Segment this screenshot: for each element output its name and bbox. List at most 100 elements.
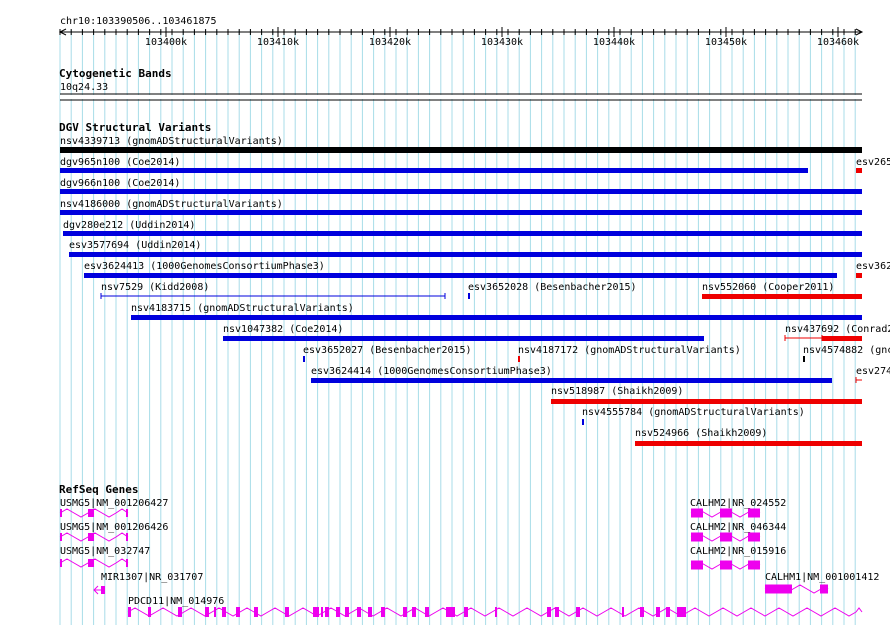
- gene-exon[interactable]: [236, 607, 240, 617]
- gene-exon[interactable]: [60, 533, 62, 541]
- feature-label: esv274: [856, 366, 890, 377]
- variant-bar[interactable]: [60, 168, 808, 173]
- gene-exon[interactable]: [357, 607, 361, 617]
- variant-bar[interactable]: [702, 294, 862, 299]
- gene-exon[interactable]: [464, 607, 468, 617]
- variant-bar[interactable]: [84, 273, 837, 278]
- variant-tick[interactable]: [303, 356, 305, 362]
- gene-exon[interactable]: [88, 559, 94, 567]
- gene-exon[interactable]: [765, 584, 792, 594]
- variant-bar[interactable]: [63, 231, 862, 236]
- gene-exon[interactable]: [495, 607, 497, 617]
- gene-exon[interactable]: [555, 607, 559, 617]
- coordinate-ruler: 103400k 103410k 103420k 103430k 103440k 10345…: [58, 27, 864, 48]
- gene-exon[interactable]: [321, 607, 323, 617]
- gene-exon[interactable]: [178, 607, 182, 617]
- variant-tick[interactable]: [582, 419, 584, 425]
- feature-label: esv3652027 (Besenbacher2015): [303, 345, 472, 356]
- variant-tick[interactable]: [803, 356, 805, 362]
- genome-browser-view: chr10:103390506..103461875 103400k 103410…: [58, 16, 890, 625]
- gene-exon[interactable]: [446, 607, 455, 617]
- gene-exon[interactable]: [576, 607, 580, 617]
- gene-exon[interactable]: [622, 607, 624, 617]
- gene-exon[interactable]: [656, 607, 660, 617]
- gene-exon[interactable]: [691, 508, 703, 518]
- variant-bar[interactable]: [311, 378, 832, 383]
- gene-exon[interactable]: [128, 607, 131, 617]
- ruler-tick-label: 103460k: [817, 37, 859, 48]
- feature-label: nsv437692 (Conrad2: [785, 324, 890, 335]
- gene-exon[interactable]: [126, 559, 128, 567]
- feature-label: nsv4187172 (gnomADStructuralVariants): [518, 345, 741, 356]
- gene-exon[interactable]: [126, 509, 128, 517]
- ruler-tick-label: 103440k: [593, 37, 635, 48]
- gene-exon[interactable]: [403, 607, 407, 617]
- gene-exon[interactable]: [88, 509, 94, 517]
- variant-bar[interactable]: [60, 189, 862, 194]
- feature-label: esv3652028 (Besenbacher2015): [468, 282, 637, 293]
- variant-bar[interactable]: [223, 336, 704, 341]
- gene-exon[interactable]: [126, 533, 128, 541]
- gene-exon[interactable]: [820, 584, 828, 594]
- feature-label: nsv518987 (Shaikh2009): [551, 386, 683, 397]
- variant-bar[interactable]: [60, 210, 862, 215]
- gene-exon[interactable]: [720, 508, 732, 518]
- gene-exon[interactable]: [748, 560, 760, 570]
- variant-bar[interactable]: [131, 315, 862, 320]
- variant-bar[interactable]: [822, 336, 862, 341]
- variant-bar[interactable]: [635, 441, 862, 446]
- variant-bar[interactable]: [856, 168, 862, 173]
- variant-tick[interactable]: [518, 356, 520, 362]
- gene-exon[interactable]: [222, 607, 226, 617]
- ruler-tick-label: 103430k: [481, 37, 523, 48]
- gene-exon[interactable]: [547, 607, 551, 617]
- gene-exon[interactable]: [691, 532, 703, 542]
- feature-label: nsv4555784 (gnomADStructuralVariants): [582, 407, 805, 418]
- feature-label: nsv552060 (Cooper2011): [702, 282, 834, 293]
- cytoband[interactable]: [60, 95, 862, 99]
- variant-bar[interactable]: [856, 273, 862, 278]
- gene-exon[interactable]: [677, 607, 686, 617]
- feature-label: CALHM2|NR_046344: [690, 522, 786, 533]
- feature-label: nsv4183715 (gnomADStructuralVariants): [131, 303, 354, 314]
- gene-exon[interactable]: [640, 607, 644, 617]
- variant-bar[interactable]: [551, 399, 862, 404]
- track-title-dgv-structural-variants: DGV Structural Variants: [59, 121, 211, 134]
- gene-exon[interactable]: [60, 509, 62, 517]
- gene-exon[interactable]: [425, 607, 429, 617]
- gene-exon[interactable]: [60, 559, 62, 567]
- feature-label: nsv1047382 (Coe2014): [223, 324, 343, 335]
- variant-bar[interactable]: [60, 147, 862, 153]
- variant-tick[interactable]: [468, 293, 470, 299]
- gene-exon[interactable]: [368, 607, 372, 617]
- gene-exon[interactable]: [336, 607, 340, 617]
- feature-label: dgv280e212 (Uddin2014): [63, 220, 195, 231]
- gene-exon[interactable]: [381, 607, 385, 617]
- feature-label: CALHM2|NR_024552: [690, 498, 786, 509]
- gene-exon[interactable]: [412, 607, 416, 617]
- gene-exon[interactable]: [720, 532, 732, 542]
- feature-label: esv265: [856, 157, 890, 168]
- grid-lines: [59, 30, 856, 625]
- gene-exon[interactable]: [345, 607, 349, 617]
- variant-bar[interactable]: [69, 252, 862, 257]
- gene-exon[interactable]: [285, 607, 289, 617]
- gene-exon[interactable]: [691, 560, 703, 570]
- ruler-tick-label: 103420k: [369, 37, 411, 48]
- gene-exon[interactable]: [101, 586, 105, 594]
- gene-exon[interactable]: [325, 607, 329, 617]
- gene-exon[interactable]: [666, 607, 670, 617]
- gene-exon[interactable]: [254, 607, 258, 617]
- gene-exon[interactable]: [720, 560, 732, 570]
- gene-exon[interactable]: [748, 532, 760, 542]
- feature-label: CALHM2|NR_015916: [690, 546, 786, 557]
- gene-exon[interactable]: [313, 607, 319, 617]
- ruler-tick-label: 103400k: [145, 37, 187, 48]
- location-label: chr10:103390506..103461875: [60, 16, 217, 27]
- gene-exon[interactable]: [88, 533, 94, 541]
- feature-label: USMG5|NM_032747: [60, 546, 150, 557]
- gene-exon[interactable]: [748, 508, 760, 518]
- gene-exon[interactable]: [214, 607, 216, 617]
- gene-exon[interactable]: [148, 607, 151, 617]
- gene-exon[interactable]: [205, 607, 209, 617]
